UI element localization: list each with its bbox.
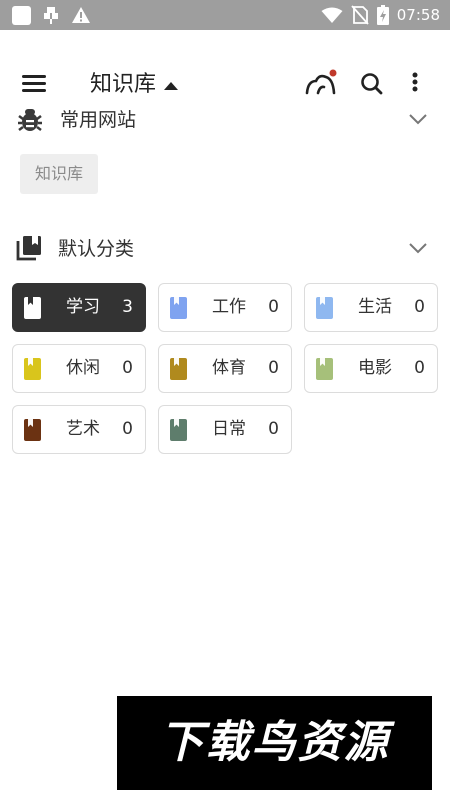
notification-dot (329, 69, 337, 77)
category-card-art[interactable]: 艺术 0 (12, 405, 146, 454)
more-vert-icon[interactable] (398, 68, 432, 98)
wifi-icon (321, 7, 343, 23)
site-chip-knowledge-base[interactable]: 知识库 (20, 154, 98, 194)
category-card-leisure[interactable]: 休闲 0 (12, 344, 146, 393)
app-bar: 知识库 (0, 30, 450, 108)
search-icon[interactable] (355, 68, 389, 98)
chevron-down-icon (409, 243, 427, 254)
bug-status-icon (44, 7, 58, 24)
warning-icon (72, 7, 90, 23)
sync-cloud-icon[interactable] (304, 68, 338, 98)
category-count: 0 (268, 297, 279, 317)
library-title-dropdown[interactable]: 知识库 (90, 70, 179, 100)
category-card-study[interactable]: 学习 3 (12, 283, 146, 332)
section-default-categories-title: 默认分类 (58, 238, 135, 260)
status-right-icons: 07:58 (321, 5, 440, 25)
watermark-logo: 下载鸟资源 (117, 696, 432, 790)
stacked-books-icon (16, 236, 41, 261)
category-card-life[interactable]: 生活 0 (304, 283, 438, 332)
category-count: 0 (122, 419, 133, 439)
menu-icon[interactable] (22, 75, 46, 93)
status-time: 07:58 (396, 6, 440, 24)
dropdown-caret-icon (164, 82, 179, 90)
section-common-sites-title: 常用网站 (60, 109, 137, 131)
category-card-work[interactable]: 工作 0 (158, 283, 292, 332)
category-count: 0 (268, 419, 279, 439)
category-count: 3 (122, 297, 133, 317)
chevron-down-icon (409, 114, 427, 125)
category-count: 0 (414, 297, 425, 317)
notification-square-icon (12, 5, 31, 25)
category-card-movies[interactable]: 电影 0 (304, 344, 438, 393)
category-count: 0 (268, 358, 279, 378)
no-sim-icon (351, 5, 369, 25)
category-count: 0 (414, 358, 425, 378)
category-card-sports[interactable]: 体育 0 (158, 344, 292, 393)
section-common-sites-header[interactable]: 常用网站 (0, 100, 450, 140)
status-bar: 07:58 (0, 0, 450, 30)
bug-icon (18, 109, 42, 131)
battery-charging-icon (376, 5, 389, 25)
status-left-icons (12, 5, 91, 25)
category-card-daily[interactable]: 日常 0 (158, 405, 292, 454)
section-default-categories-header[interactable]: 默认分类 (0, 229, 450, 269)
watermark-text: 下载鸟资源 (159, 717, 390, 768)
category-count: 0 (122, 358, 133, 378)
page-title: 知识库 (90, 72, 157, 97)
